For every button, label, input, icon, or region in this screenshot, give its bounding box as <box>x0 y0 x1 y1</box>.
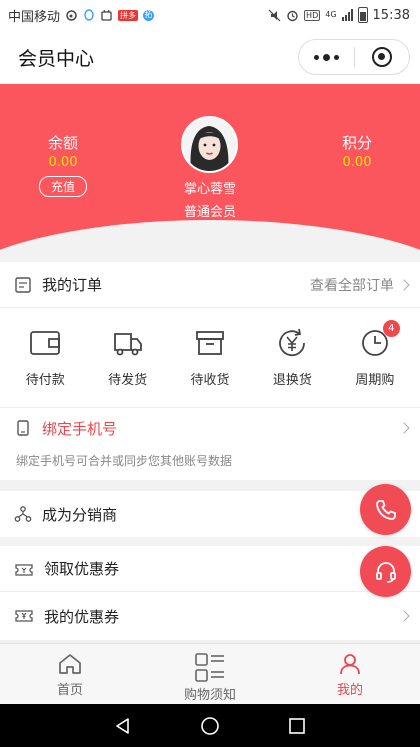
page-title: 会员中心 <box>18 47 95 70</box>
member-level: 普通会员 <box>183 205 236 220</box>
order-item-label: 待收货 <box>190 373 230 388</box>
order-pending-receipt[interactable]: 待收货 <box>169 326 251 388</box>
get-coupon-row[interactable]: 领取优惠券 <box>0 546 420 592</box>
points-label: 积分 <box>341 134 372 152</box>
chevron-right-icon <box>398 278 410 291</box>
tab-mine[interactable]: 我的 <box>280 644 420 704</box>
package-box-icon <box>193 326 227 360</box>
system-navigation-bar <box>0 704 420 747</box>
alarm-icon <box>287 10 298 21</box>
network-nodes-icon <box>14 506 32 522</box>
orders-title: 我的订单 <box>42 276 103 294</box>
subscription-count-badge: 4 <box>382 320 400 337</box>
orders-card: 我的订单 查看全部订单 待付款 待发货 待收货 退换货 4 周期购 <box>0 262 420 407</box>
order-list-icon <box>15 276 31 293</box>
phone-handset-icon <box>375 499 396 520</box>
mini-program-capsule <box>298 39 410 75</box>
network-type-label: 4G <box>325 10 337 19</box>
home-circle-icon[interactable] <box>200 716 220 736</box>
balance-label: 余额 <box>47 134 78 152</box>
qq-icon <box>84 8 94 21</box>
clock-icon: 4 <box>358 320 400 360</box>
customer-service-button[interactable] <box>360 546 411 597</box>
list-grid-icon <box>195 653 224 682</box>
chevron-right-icon <box>398 422 410 434</box>
points-value: 0.00 <box>342 155 372 170</box>
distributor-row: 成为分销商 <box>0 491 420 537</box>
profile-banner: 余额 0.00 充值 掌心蓉雪 普通会员 积分 0.00 <box>0 84 420 252</box>
orders-header[interactable]: 我的订单 查看全部订单 <box>0 262 420 308</box>
balance-block: 余额 0.00 充值 <box>8 132 118 197</box>
tab-shopping-notice[interactable]: 购物须知 <box>140 644 280 704</box>
call-phone-button[interactable] <box>360 484 411 535</box>
order-item-label: 待发货 <box>108 373 148 388</box>
banner-curve <box>0 220 420 252</box>
tab-home-label: 首页 <box>56 683 83 698</box>
order-pending-shipment[interactable]: 待发货 <box>86 326 168 388</box>
recharge-button[interactable]: 充值 <box>38 176 87 197</box>
balance-value: 0.00 <box>48 155 78 170</box>
my-coupon-title: 我的优惠券 <box>44 607 120 626</box>
target-circle-icon <box>371 47 392 67</box>
carrier-label: 中国移动 <box>8 9 61 25</box>
avatar[interactable] <box>181 116 238 173</box>
coupons-card: 领取优惠券 我的优惠券 <box>0 546 420 640</box>
truck-icon <box>111 326 145 360</box>
yen-return-icon <box>275 326 309 360</box>
hd-indicator: HD <box>304 9 321 21</box>
my-coupon-row[interactable]: 我的优惠券 <box>0 592 420 640</box>
status-bar: 中国移动 拼多 拓 HD 4G 15:38 <box>0 0 420 30</box>
bind-phone-card[interactable]: 绑定手机号 绑定手机号可合并或同步您其他账号数据 <box>0 407 420 480</box>
order-pending-payment[interactable]: 待付款 <box>4 326 86 388</box>
battery-icon <box>357 7 368 23</box>
signal-icon <box>341 9 353 21</box>
get-coupon-title: 领取优惠券 <box>44 560 120 578</box>
tab-home[interactable]: 首页 <box>0 644 140 704</box>
bind-phone-description: 绑定手机号可合并或同步您其他账号数据 <box>16 454 233 468</box>
view-all-orders-link[interactable]: 查看全部订单 <box>310 275 394 295</box>
order-status-grid: 待付款 待发货 待收货 退换货 4 周期购 <box>0 308 420 388</box>
tab-mine-label: 我的 <box>336 683 363 698</box>
bottom-tab-bar: 首页 购物须知 我的 <box>0 643 420 704</box>
android-debug-icon <box>101 9 112 21</box>
distributor-title: 成为分销商 <box>42 505 118 524</box>
chevron-right-icon <box>398 610 410 622</box>
order-item-label: 待付款 <box>25 373 65 388</box>
headset-icon <box>375 561 396 583</box>
points-block: 积分 0.00 <box>302 132 412 170</box>
back-triangle-icon[interactable] <box>113 716 133 736</box>
coupon-ticket-icon <box>15 610 33 622</box>
person-icon <box>340 654 360 675</box>
order-item-label: 退换货 <box>272 373 312 388</box>
order-subscription[interactable]: 4 周期购 <box>334 320 416 388</box>
bind-phone-row: 绑定手机号 <box>0 408 420 448</box>
clock-time: 15:38 <box>372 7 410 23</box>
weibo-icon <box>66 9 77 21</box>
distributor-card[interactable]: 成为分销商 <box>0 491 420 537</box>
nav-bar: 会员中心 <box>0 30 420 84</box>
close-mini-program-button[interactable] <box>355 40 410 74</box>
tab-shopping-notice-label: 购物须知 <box>183 688 236 703</box>
bind-phone-title: 绑定手机号 <box>42 419 118 438</box>
pdd-app-icon: 拼多 <box>118 9 139 21</box>
tuo-app-icon: 拓 <box>143 9 155 21</box>
mute-icon <box>268 9 281 21</box>
home-icon <box>59 654 81 674</box>
phone-device-icon <box>17 420 29 436</box>
recents-square-icon[interactable] <box>287 716 307 736</box>
wallet-icon <box>28 326 62 360</box>
more-dots-icon <box>313 53 339 61</box>
order-item-label: 周期购 <box>355 373 395 388</box>
user-name: 掌心蓉雪 <box>183 182 236 197</box>
avatar-portrait-icon <box>183 118 236 171</box>
more-button[interactable] <box>299 40 354 74</box>
order-return-exchange[interactable]: 退换货 <box>251 326 333 388</box>
coupon-gift-icon <box>15 563 33 576</box>
